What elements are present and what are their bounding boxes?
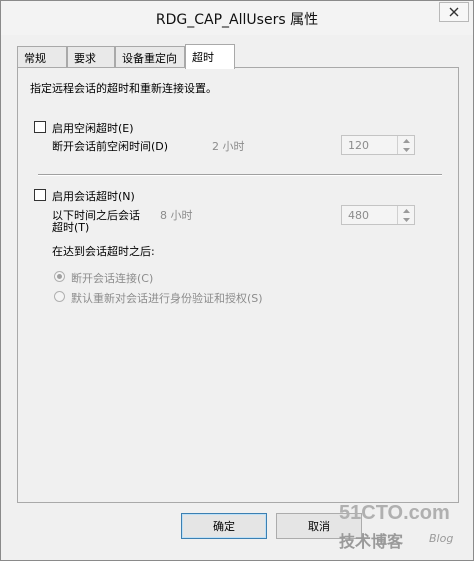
session-time-hint: 8 小时	[160, 209, 193, 222]
reauthenticate-radio[interactable]	[54, 291, 65, 302]
watermark-site: 51CTO.com	[339, 502, 450, 524]
reauthenticate-option-label[interactable]: 默认重新对会话进行身份验证和授权(S)	[71, 290, 263, 306]
stepper-down-icon[interactable]	[398, 215, 414, 224]
tab-general[interactable]: 常规	[17, 46, 67, 67]
idle-timeout-checkbox[interactable]	[34, 121, 46, 133]
stepper-up-icon[interactable]	[398, 136, 414, 145]
after-timeout-label: 在达到会话超时之后:	[52, 245, 155, 258]
close-icon	[449, 7, 459, 17]
close-button[interactable]	[439, 2, 469, 22]
panel-description: 指定远程会话的超时和重新连接设置。	[30, 82, 217, 95]
watermark-tech-blog: 技术博客	[339, 532, 404, 551]
section-divider	[38, 174, 442, 176]
idle-time-value: 120	[348, 139, 369, 152]
watermark-blog: Blog	[429, 532, 454, 545]
tab-timeout[interactable]: 超时	[185, 44, 235, 69]
radio-selected-dot	[57, 274, 62, 279]
disconnect-option-label[interactable]: 断开会话连接(C)	[71, 270, 153, 286]
session-timeout-label[interactable]: 启用会话超时(N)	[52, 188, 135, 204]
ok-button[interactable]: 确定	[181, 513, 267, 539]
idle-time-stepper[interactable]: 120	[341, 135, 415, 155]
session-time-stepper[interactable]: 480	[341, 205, 415, 225]
stepper-up-icon[interactable]	[398, 206, 414, 215]
properties-dialog: RDG_CAP_AllUsers 属性 常规 要求 设备重定向 超时 指定远程会…	[0, 0, 474, 561]
tab-requirements[interactable]: 要求	[67, 46, 115, 67]
session-time-value: 480	[348, 209, 369, 222]
idle-time-field-label: 断开会话前空闲时间(D)	[52, 140, 169, 153]
title-bar: RDG_CAP_AllUsers 属性	[1, 1, 473, 35]
stepper-down-icon[interactable]	[398, 145, 414, 154]
idle-time-hint: 2 小时	[212, 140, 245, 153]
session-timeout-checkbox[interactable]	[34, 189, 46, 201]
idle-timeout-label[interactable]: 启用空闲超时(E)	[52, 120, 134, 136]
window-title: RDG_CAP_AllUsers 属性	[155, 12, 319, 28]
disconnect-radio[interactable]	[54, 271, 65, 282]
tab-device-redirection[interactable]: 设备重定向	[115, 46, 185, 67]
session-time-field-label-line2: 超时(T)	[52, 221, 90, 234]
timeout-panel: 指定远程会话的超时和重新连接设置。 启用空闲超时(E) 断开会话前空闲时间(D)…	[17, 67, 459, 503]
watermark-logo: 51CTO.com 技术博客 Blog	[335, 502, 465, 554]
